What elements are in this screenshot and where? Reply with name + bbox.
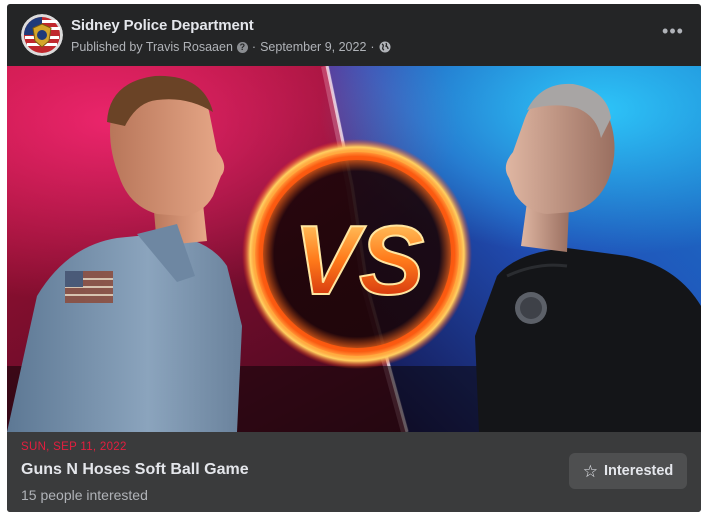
event-cover-image[interactable]: VS (7, 66, 701, 432)
post-card: Sidney Police Department Published by Tr… (7, 4, 701, 512)
interested-count[interactable]: 15 people interested (21, 487, 148, 503)
meta-separator: · (251, 40, 257, 54)
event-footer: SUN, SEP 11, 2022 Guns N Hoses Soft Ball… (7, 432, 701, 512)
globe-icon (379, 41, 391, 53)
post-header: Sidney Police Department Published by Tr… (7, 4, 701, 66)
page-avatar[interactable] (21, 14, 63, 56)
post-meta: Published by Travis Rosaaen ? · Septembe… (71, 40, 391, 54)
vs-text: VS (294, 205, 425, 315)
page-name[interactable]: Sidney Police Department (71, 17, 254, 34)
meta-separator: · (370, 40, 375, 54)
published-by[interactable]: Published by Travis Rosaaen (71, 40, 233, 54)
star-icon: ☆ (582, 461, 598, 481)
police-badge-icon (21, 14, 63, 56)
event-title[interactable]: Guns N Hoses Soft Ball Game (21, 461, 249, 479)
post-date[interactable]: September 9, 2022 (260, 40, 366, 54)
interested-button[interactable]: ☆ Interested (569, 453, 687, 489)
info-icon[interactable]: ? (236, 41, 248, 53)
event-date: SUN, SEP 11, 2022 (21, 441, 127, 453)
interested-button-label: Interested (603, 463, 674, 479)
more-options-button[interactable]: ••• (659, 22, 687, 44)
